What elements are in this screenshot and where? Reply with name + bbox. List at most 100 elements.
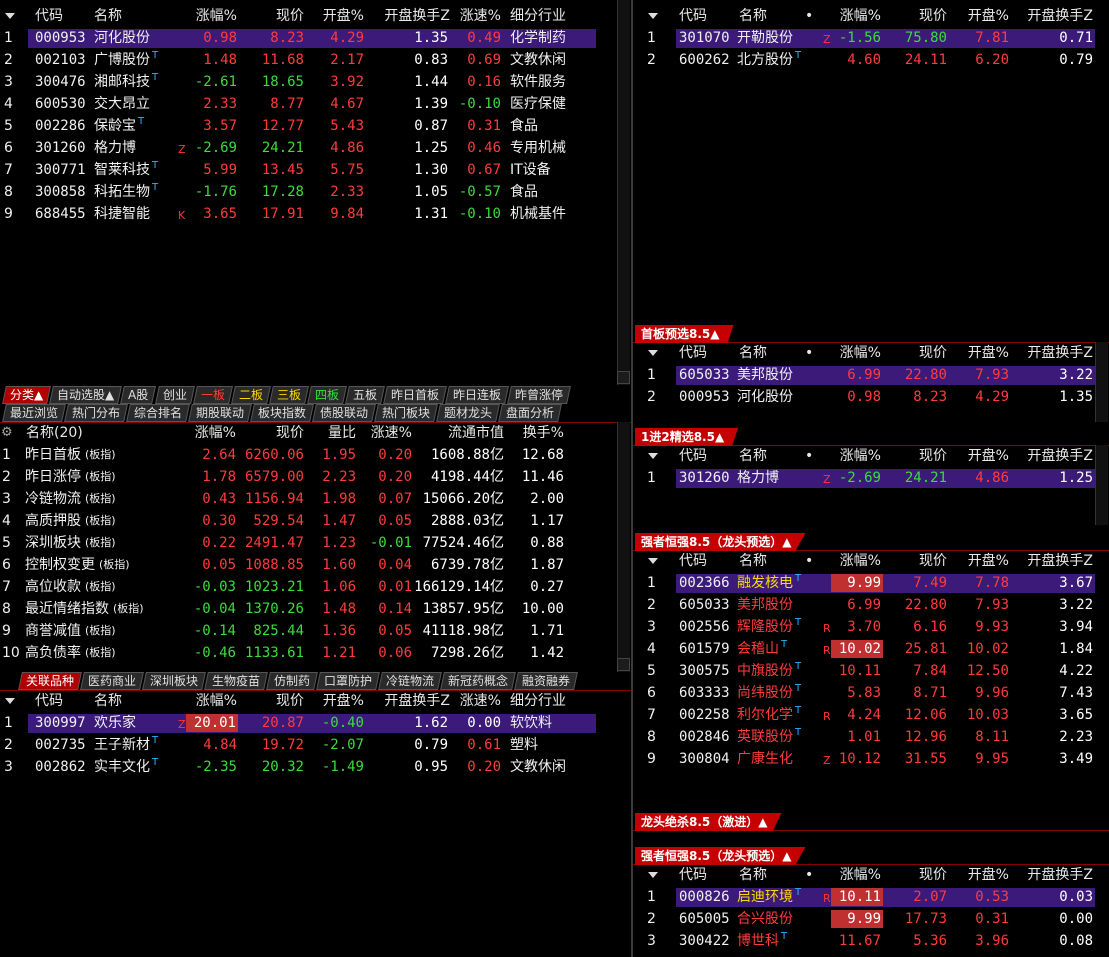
watchlist-title[interactable]: 首板预选8.5▲ [635,325,734,343]
sector-row[interactable]: 6 控制权变更 (板指) 0.05 1088.85 1.60 0.04 6739.78亿 1.8… [0,554,631,576]
tab-tabs3-2[interactable]: 深圳板块 [142,672,206,690]
tab-tabs2-3[interactable]: 期股联动 [188,404,252,422]
stock-name: 河化股份 [737,389,793,405]
watchlist-scrollbar[interactable] [1095,445,1108,525]
tab-tabs3-5[interactable]: 口罩防护 [316,672,381,690]
tab-tabs1-3[interactable]: 创业 [154,386,195,404]
stock-row[interactable]: 5 300575 中旗股份 T 10.11 7.84 12.50 4.22 [633,660,1109,682]
sort-arrow-icon[interactable] [5,13,15,19]
stock-row[interactable]: 7 002258 利尔化学 T R 4.24 12.06 10.03 3.65 [633,704,1109,726]
sort-arrow-icon[interactable] [648,558,658,564]
tab-tabs3-6[interactable]: 冷链物流 [378,672,443,690]
sort-arrow-icon[interactable] [5,698,15,704]
stock-row[interactable]: 4 600530 交大昂立 2.33 8.77 4.67 1.39 -0.10 医疗保健 [0,93,631,115]
stock-row[interactable]: 1 301070 开勒股份 Z -1.56 75.80 7.81 0.71 [633,27,1109,49]
stock-row[interactable]: 2 000953 河化股份 0.98 8.23 4.29 1.35 [633,386,1109,408]
tab-tabs2-4[interactable]: 板块指数 [250,404,314,422]
watchlist-scrollbar[interactable] [1095,342,1108,422]
tab-tabs3-4[interactable]: 仿制药 [266,672,318,690]
stock-row[interactable]: 2 605033 美邦股份 6.99 22.80 7.93 3.22 [633,594,1109,616]
change-speed: 0.14 [378,601,412,617]
industry: 食品 [510,184,538,200]
sort-arrow-icon[interactable] [648,872,658,878]
scroll-down-arrow-icon[interactable] [617,371,630,384]
sector-row[interactable]: 8 最近情绪指数 (板指) -0.04 1370.26 1.48 0.14 13857.95亿… [0,598,631,620]
tab-tabs2-2[interactable]: 综合排名 [126,404,190,422]
tab-tabs1-6[interactable]: 三板 [268,386,309,404]
tab-tabs1-1[interactable]: 自动选股▲ [49,386,123,404]
sector-row[interactable]: 9 商誉减值 (板指) -0.14 825.44 1.36 0.05 41118.98亿 1.7… [0,620,631,642]
stock-row[interactable]: 5 002286 保龄宝 T 3.57 12.77 5.43 0.87 0.31 食品 [0,115,631,137]
watchlist-title[interactable]: 强者恒强8.5（龙头预选）▲ [635,847,806,865]
stock-row[interactable]: 9 688455 科捷智能 K 3.65 17.91 9.84 1.31 -0.10 机械基件 [0,203,631,225]
watchlist-title[interactable]: 1进2精选8.5▲ [635,428,739,446]
stock-row[interactable]: 2 600262 北方股份 T 4.60 24.11 6.20 0.79 [633,49,1109,71]
stock-row[interactable]: 8 002846 英联股份 T 1.01 12.96 8.11 2.23 [633,726,1109,748]
stock-row[interactable]: 6 603333 尚纬股份 T 5.83 8.71 9.96 7.43 [633,682,1109,704]
stock-row[interactable]: 8 300858 科拓生物 T -1.76 17.28 2.33 1.05 -0.57 食品 [0,181,631,203]
sector-row[interactable]: 10 高负债率 (板指) -0.46 1133.61 1.21 0.06 7298.26亿 1.… [0,642,631,664]
tab-tabs1-8[interactable]: 五板 [344,386,385,404]
sort-arrow-icon[interactable] [648,350,658,356]
stock-row[interactable]: 7 300771 智莱科技 T 5.99 13.45 5.75 1.30 0.67 IT设备 [0,159,631,181]
tab-tabs3-1[interactable]: 医药商业 [80,672,144,690]
tab-tabs3-3[interactable]: 生物疫苗 [204,672,268,690]
open-percent: 3.92 [330,74,364,90]
watchlist-title[interactable]: 强者恒强8.5（龙头预选）▲ [635,533,806,551]
tab-tabs3-8[interactable]: 融资融券 [514,672,579,690]
tab-label: 创业 [162,388,187,402]
tab-tabs3-0[interactable]: 关联品种 [18,672,82,690]
stock-row[interactable]: 9 300804 广康生化 Z 10.12 31.55 9.95 3.49 [633,748,1109,770]
tab-tabs1-7[interactable]: 四板 [306,386,347,404]
financing-flag-icon: T [781,931,788,942]
sort-arrow-icon[interactable] [648,13,658,19]
stock-row[interactable]: 3 300476 湘邮科技 T -2.61 18.65 3.92 1.44 0.16 软件服务 [0,71,631,93]
stock-row[interactable]: 1 000953 河化股份 0.98 8.23 4.29 1.35 0.49 化学制药 [0,27,631,49]
top-left-scrollbar[interactable] [617,0,630,385]
sector-row[interactable]: 4 高质押股 (板指) 0.30 529.54 1.47 0.05 2888.03亿 1.17 [0,510,631,532]
stock-row[interactable]: 1 002366 融发核电 T 9.99 7.49 7.78 3.67 [633,572,1109,594]
stock-row[interactable]: 3 300422 博世科 T 11.67 5.36 3.96 0.08 [633,930,1109,952]
stock-row[interactable]: 6 301260 格力博 Z -2.69 24.21 4.86 1.25 0.46 专用机械 [0,137,631,159]
stock-row[interactable]: 1 605033 美邦股份 6.99 22.80 7.93 3.22 [633,364,1109,386]
tab-tabs1-5[interactable]: 二板 [230,386,271,404]
tab-tabs2-6[interactable]: 热门板块 [374,404,439,422]
open-percent: 4.29 [330,30,364,46]
tab-tabs1-11[interactable]: 昨曾涨停 [506,386,571,404]
tab-tabs1-0[interactable]: 分类▲ [2,386,52,404]
stock-row[interactable]: 1 301260 格力博 Z -2.69 24.21 4.86 1.25 [633,467,1109,489]
tab-tabs2-7[interactable]: 题材龙头 [436,404,501,422]
watchlist-title[interactable]: 龙头绝杀8.5（激进）▲ [635,813,782,831]
stock-row[interactable]: 4 601579 会稽山 T R 10.02 25.81 10.02 1.84 [633,638,1109,660]
stock-row[interactable]: 2 605005 合兴股份 9.99 17.73 0.31 0.00 [633,908,1109,930]
sort-arrow-icon[interactable] [648,453,658,459]
change-speed: 0.16 [467,74,501,90]
tab-tabs1-10[interactable]: 昨日连板 [444,386,509,404]
stock-row[interactable]: 1 000826 启迪环境 T R 10.11 2.07 0.53 0.03 [633,886,1109,908]
stock-row[interactable]: 1 300997 欢乐家 Z 20.01 20.87 -0.40 1.62 0.00 软饮料 [0,712,631,734]
tab-tabs1-4[interactable]: 一板 [192,386,233,404]
open-turnover: 1.39 [414,96,448,112]
settings-gear-icon[interactable]: ⚙ [1,424,13,442]
sector-row[interactable]: 3 冷链物流 (板指) 0.43 1156.94 1.98 0.07 15066.20亿 2.0… [0,488,631,510]
sector-row[interactable]: 7 高位收款 (板指) -0.03 1023.21 1.06 0.01 166129.14亿 0… [0,576,631,598]
stock-row[interactable]: 3 002556 辉隆股份 T R 3.70 6.16 9.93 3.94 [633,616,1109,638]
tab-tabs1-9[interactable]: 昨日首板 [382,386,447,404]
stock-code: 300804 [679,751,730,767]
sector-row[interactable]: 2 昨日涨停 (板指) 1.78 6579.00 2.23 0.20 4198.44亿 11.4… [0,466,631,488]
change-percent: -0.14 [193,623,236,639]
tab-tabs2-5[interactable]: 债股联动 [312,404,377,422]
tab-tabs2-0[interactable]: 最近浏览 [2,404,66,422]
stock-row[interactable]: 2 002103 广博股份 T 1.48 11.68 2.17 0.83 0.69 文教休闲 [0,49,631,71]
row-index: 3 [4,759,13,775]
scroll-down-arrow-icon[interactable] [617,658,630,671]
tab-tabs2-8[interactable]: 盘面分析 [498,404,563,422]
stock-row[interactable]: 3 002862 实丰文化 T -2.35 20.32 -1.49 0.95 0.20 文教休闲 [0,756,631,778]
sector-scrollbar[interactable] [617,422,630,672]
sector-row[interactable]: 5 深圳板块 (板指) 0.22 2491.47 1.23 -0.01 77524.46亿 0.… [0,532,631,554]
tab-tabs1-2[interactable]: A股 [120,386,157,404]
tab-tabs3-7[interactable]: 新冠药概念 [440,672,517,690]
sector-row[interactable]: 1 昨日首板 (板指) 2.64 6260.06 1.95 0.20 1608.88亿 12.6… [0,444,631,466]
tab-tabs2-1[interactable]: 热门分布 [64,404,128,422]
stock-row[interactable]: 2 002735 王子新材 T 4.84 19.72 -2.07 0.79 0.61 塑料 [0,734,631,756]
